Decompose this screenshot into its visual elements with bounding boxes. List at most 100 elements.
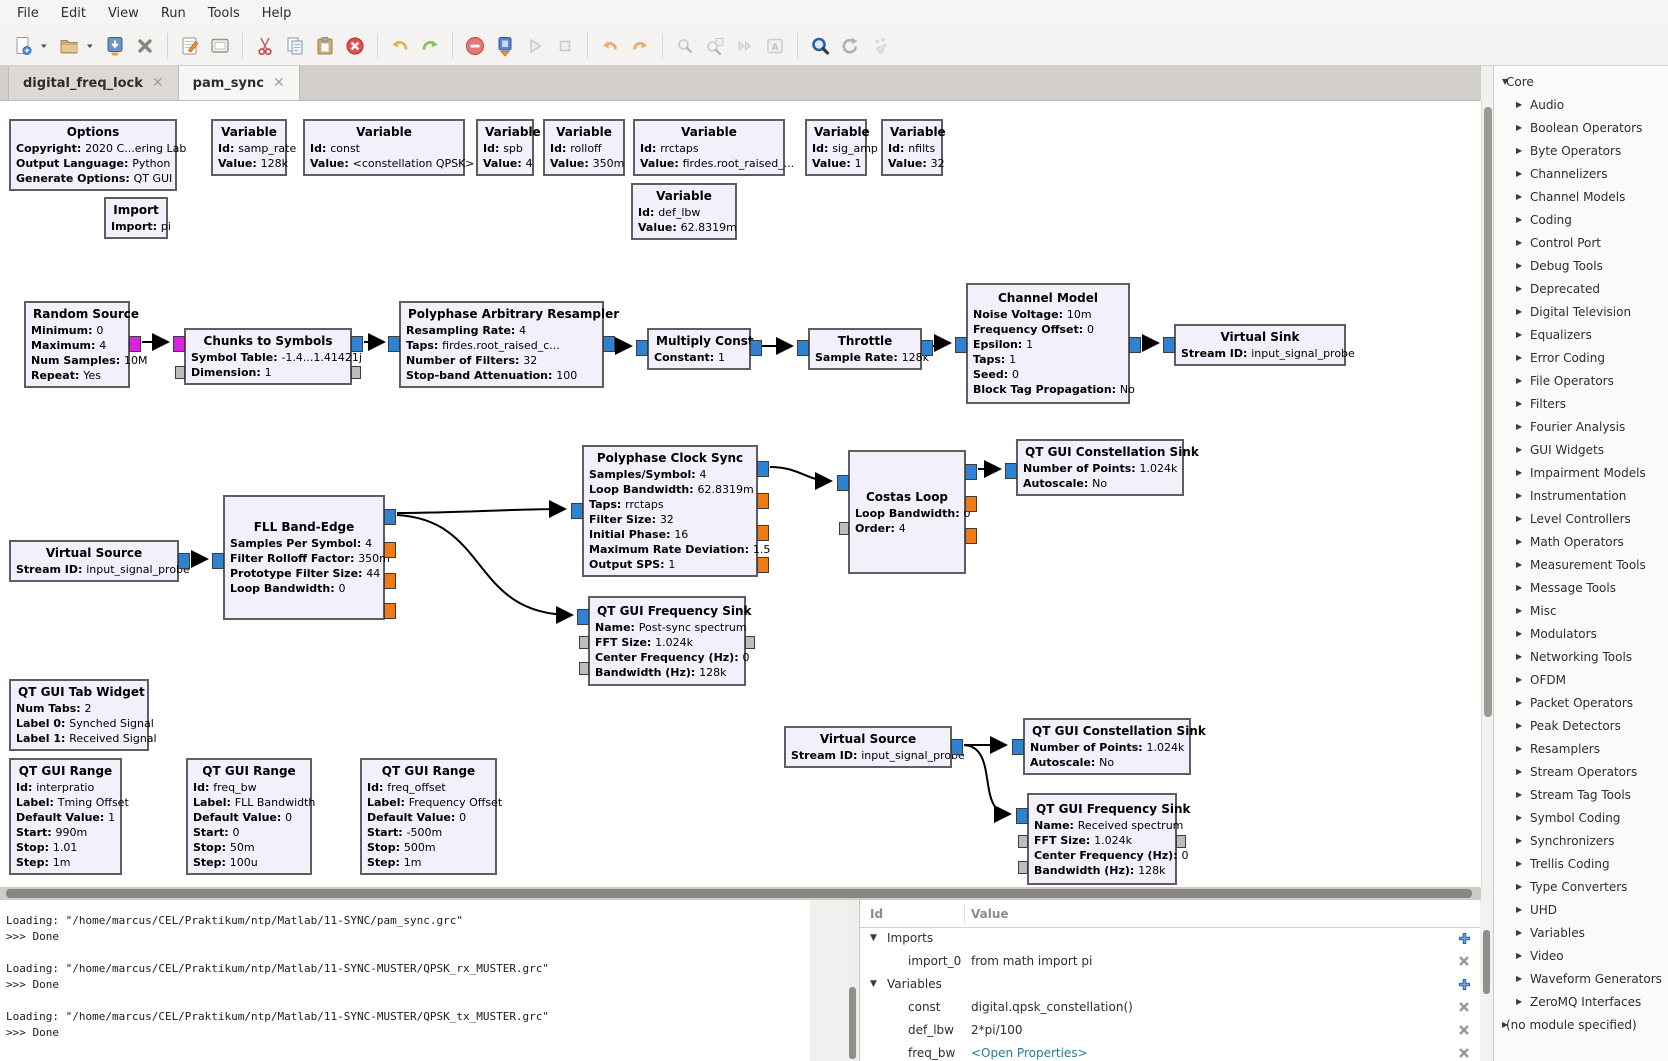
chevron-right-icon[interactable]: ▶ — [1516, 560, 1522, 569]
reload-blocks-icon[interactable] — [835, 31, 865, 61]
chevron-down-icon[interactable]: ▼ — [1502, 77, 1508, 86]
execute-flowgraph-icon[interactable] — [520, 31, 550, 61]
menu-run[interactable]: Run — [150, 2, 197, 25]
block-qt-gui-tab-widget[interactable]: QT GUI Tab WidgetNum Tabs: 2Label 0: Syn… — [9, 679, 149, 751]
sidebar-item-waveform-generators[interactable]: ▶Waveform Generators — [1494, 967, 1668, 990]
sidebar-item-gui-widgets[interactable]: ▶GUI Widgets — [1494, 438, 1668, 461]
blue-port[interactable] — [1016, 808, 1028, 824]
variable-editor-right-scrollbar[interactable] — [1482, 900, 1492, 1061]
chevron-right-icon[interactable]: ▶ — [1516, 767, 1522, 776]
sidebar-item-type-converters[interactable]: ▶Type Converters — [1494, 875, 1668, 898]
sidebar-item-measurement-tools[interactable]: ▶Measurement Tools — [1494, 553, 1668, 576]
blue-port[interactable] — [384, 509, 396, 525]
remove-entry-icon[interactable] — [1458, 1024, 1473, 1039]
connection[interactable] — [613, 342, 631, 346]
sidebar-item-boolean-operators[interactable]: ▶Boolean Operators — [1494, 116, 1668, 139]
sidebar-item-channel-models[interactable]: ▶Channel Models — [1494, 185, 1668, 208]
magenta-port[interactable] — [129, 336, 141, 352]
remove-entry-icon[interactable] — [1458, 1047, 1473, 1061]
sidebar-item-error-coding[interactable]: ▶Error Coding — [1494, 346, 1668, 369]
block-channel-model[interactable]: Channel ModelNoise Voltage: 10mFrequency… — [966, 283, 1130, 404]
gray-port[interactable] — [1018, 861, 1028, 874]
chevron-right-icon[interactable]: ▶ — [1516, 376, 1522, 385]
variable-row-freq_bw[interactable]: freq_bw<Open Properties> — [860, 1043, 1480, 1061]
add-entry-icon[interactable] — [1458, 978, 1473, 993]
sidebar-item-math-operators[interactable]: ▶Math Operators — [1494, 530, 1668, 553]
blue-port[interactable] — [921, 340, 933, 356]
oot-module-browser-icon[interactable] — [865, 31, 895, 61]
blue-port[interactable] — [1163, 337, 1175, 353]
sidebar-item-peak-detectors[interactable]: ▶Peak Detectors — [1494, 714, 1668, 737]
sidebar-item-resamplers[interactable]: ▶Resamplers — [1494, 737, 1668, 760]
connection[interactable] — [933, 343, 950, 346]
undo-icon[interactable] — [385, 31, 415, 61]
gray-port[interactable] — [1176, 835, 1186, 848]
block-variable-sig-amp[interactable]: VariableId: sig_ampValue: 1 — [805, 119, 867, 176]
blue-port[interactable] — [965, 464, 977, 480]
gray-port[interactable] — [839, 522, 849, 535]
block-random-source[interactable]: Random SourceMinimum: 0Maximum: 4Num Sam… — [24, 301, 130, 388]
chevron-right-icon[interactable]: ▶ — [1516, 261, 1522, 270]
chevron-right-icon[interactable]: ▶ — [1516, 445, 1522, 454]
orange-port[interactable] — [384, 603, 396, 619]
blue-port[interactable] — [797, 340, 809, 356]
gray-port[interactable] — [351, 366, 361, 379]
variable-row-import_0[interactable]: import_0from math import pi — [860, 951, 1480, 974]
variable-row-const[interactable]: constdigital.qpsk_constellation() — [860, 997, 1480, 1020]
new-dropdown-caret-icon[interactable] — [38, 31, 54, 61]
chevron-right-icon[interactable]: ▶ — [1516, 744, 1522, 753]
sidebar-item-impairment-models[interactable]: ▶Impairment Models — [1494, 461, 1668, 484]
chevron-right-icon[interactable]: ▶ — [1516, 790, 1522, 799]
chevron-right-icon[interactable]: ▶ — [1516, 537, 1522, 546]
block-variable-rrctaps[interactable]: VariableId: rrctapsValue: firdes.root_ra… — [633, 119, 785, 176]
blue-port[interactable] — [757, 461, 769, 477]
sidebar-item-coding[interactable]: ▶Coding — [1494, 208, 1668, 231]
cut-icon[interactable] — [250, 31, 280, 61]
chevron-right-icon[interactable]: ▶ — [1516, 813, 1522, 822]
block-costas-loop[interactable]: Costas LoopLoop Bandwidth: 0Order: 4 — [848, 450, 966, 574]
block-variable-spb[interactable]: VariableId: spbValue: 4 — [476, 119, 534, 176]
sidebar-item-audio[interactable]: ▶Audio — [1494, 93, 1668, 116]
sidebar-item-byte-operators[interactable]: ▶Byte Operators — [1494, 139, 1668, 162]
tab-digital-freq-lock[interactable]: digital_freq_lock ✕ — [8, 66, 179, 100]
screen-capture-icon[interactable] — [205, 31, 235, 61]
chevron-right-icon[interactable]: ▶ — [1516, 123, 1522, 132]
block-variable-def-lbw[interactable]: VariableId: def_lbwValue: 62.8319m — [631, 183, 737, 240]
delete-icon[interactable] — [340, 31, 370, 61]
sidebar-item-networking-tools[interactable]: ▶Networking Tools — [1494, 645, 1668, 668]
chevron-right-icon[interactable]: ▶ — [1516, 192, 1522, 201]
chevron-right-icon[interactable]: ▶ — [1516, 307, 1522, 316]
chevron-right-icon[interactable]: ▶ — [1516, 399, 1522, 408]
block-variable-const[interactable]: VariableId: constValue: <constellation Q… — [303, 119, 465, 176]
chevron-right-icon[interactable]: ▶ — [1516, 146, 1522, 155]
sidebar-item-file-operators[interactable]: ▶File Operators — [1494, 369, 1668, 392]
sidebar-item-symbol-coding[interactable]: ▶Symbol Coding — [1494, 806, 1668, 829]
sidebar-item-level-controllers[interactable]: ▶Level Controllers — [1494, 507, 1668, 530]
chevron-right-icon[interactable]: ▶ — [1516, 882, 1522, 891]
open-flowgraph-icon[interactable] — [54, 31, 84, 61]
tab-close-icon[interactable]: ✕ — [152, 76, 164, 90]
chevron-right-icon[interactable]: ▶ — [1516, 238, 1522, 247]
flowgraph-canvas[interactable]: OptionsCopyright: 2020 C...ering LabOutp… — [0, 101, 1481, 887]
blue-port[interactable] — [212, 553, 224, 569]
connection[interactable] — [397, 515, 572, 615]
flowgraph-properties-icon[interactable] — [175, 31, 205, 61]
chevron-right-icon[interactable]: ▶ — [1516, 997, 1522, 1006]
scrollbar-thumb[interactable] — [1484, 107, 1492, 717]
sidebar-item-misc[interactable]: ▶Misc — [1494, 599, 1668, 622]
block-chunks-to-symbols[interactable]: Chunks to SymbolsSymbol Table: -1.4...1.… — [184, 328, 352, 385]
blue-port[interactable] — [1129, 337, 1141, 353]
block-polyphase-clock-sync[interactable]: Polyphase Clock SyncSamples/Symbol: 4Loo… — [582, 445, 758, 577]
block-qt-gui-constellation-sink-2[interactable]: QT GUI Constellation SinkNumber of Point… — [1023, 718, 1191, 775]
blue-port[interactable] — [351, 336, 363, 352]
connection[interactable] — [964, 745, 1010, 814]
gray-port[interactable] — [579, 662, 589, 675]
orange-port[interactable] — [384, 573, 396, 589]
scrollbar-thumb[interactable] — [6, 889, 1472, 898]
blue-port[interactable] — [955, 337, 967, 353]
sidebar-item-trellis-coding[interactable]: ▶Trellis Coding — [1494, 852, 1668, 875]
open-properties-link[interactable]: <Open Properties> — [971, 1046, 1088, 1060]
chevron-down-icon[interactable]: ▼ — [870, 933, 877, 943]
block-import-pi[interactable]: ImportImport: pi — [104, 197, 168, 239]
chevron-right-icon[interactable]: ▶ — [1516, 284, 1522, 293]
